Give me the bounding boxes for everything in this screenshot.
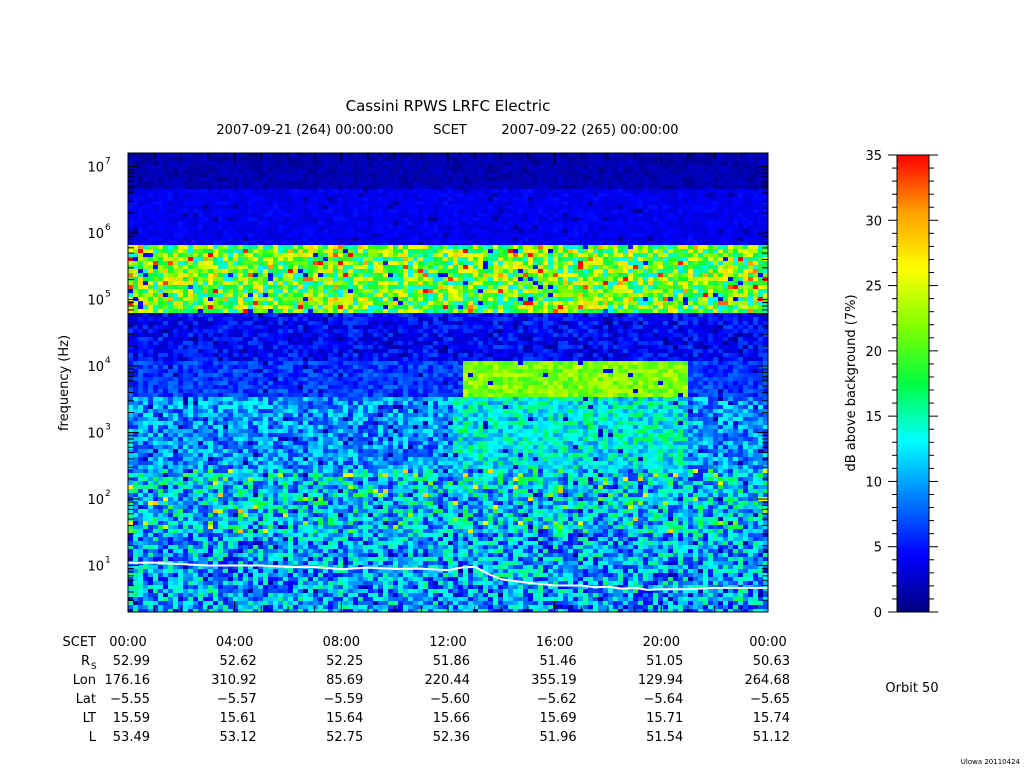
ephemeris-cell: −5.62	[537, 692, 577, 707]
ephemeris-cell: 08:00	[323, 635, 360, 650]
ephemeris-cell: 129.94	[638, 673, 684, 688]
colorbar-tick-label: 10	[865, 475, 882, 490]
ephemeris-cell: 15.71	[646, 711, 683, 726]
spectrogram-plot	[128, 153, 768, 612]
y-tick-label: 10	[87, 227, 104, 242]
colorbar-tick-label: 35	[865, 149, 882, 164]
ephemeris-cell: 53.12	[219, 730, 256, 745]
ephemeris-cell: 220.44	[425, 673, 471, 688]
ephemeris-cell: 00:00	[749, 635, 786, 650]
ephemeris-cell: 12:00	[429, 635, 466, 650]
orbit-label: Orbit 50	[885, 681, 938, 696]
y-tick-label: 10	[87, 161, 104, 176]
ephemeris-cell: 51.05	[646, 654, 683, 669]
spectrogram-figure: Cassini RPWS LRFC Electric 2007-09-21 (2…	[57, 97, 1021, 766]
chart-title: Cassini RPWS LRFC Electric	[346, 97, 551, 115]
colorbar-tick-label: 30	[865, 214, 882, 229]
ephemeris-cell: −5.64	[643, 692, 683, 707]
ephemeris-cell: 20:00	[643, 635, 680, 650]
ephemeris-cell: 16:00	[536, 635, 573, 650]
colorbar-tick-label: 0	[874, 606, 882, 621]
ephemeris-cell: 15.59	[113, 711, 150, 726]
ephemeris-cell: 52.75	[326, 730, 363, 745]
ephemeris-row-label: SCET	[63, 635, 97, 650]
ephemeris-cell: 355.19	[531, 673, 577, 688]
ephemeris-cell: −5.55	[110, 692, 150, 707]
start-time-label: 2007-09-21 (264) 00:00:00	[216, 123, 393, 138]
ephemeris-cell: 52.36	[433, 730, 470, 745]
ephemeris-cell: 176.16	[105, 673, 151, 688]
y-tick-label: 10	[87, 560, 104, 575]
y-axis-label: frequency (Hz)	[57, 335, 72, 431]
ephemeris-cell: 50.63	[753, 654, 790, 669]
y-tick-exponent: 7	[105, 157, 111, 167]
ephemeris-cell: 52.99	[113, 654, 150, 669]
ephemeris-row-label: LT	[83, 711, 96, 726]
scet-label: SCET	[433, 123, 467, 138]
ephemeris-row-label: L	[89, 730, 97, 745]
y-tick-exponent: 4	[105, 356, 111, 366]
y-tick-label: 10	[87, 294, 104, 309]
ephemeris-cell: 15.64	[326, 711, 363, 726]
ephemeris-table: SCET 00:00 04:00 08:00 12:00 16:00 20:00 00:00 R…	[63, 635, 790, 745]
ephemeris-row-label: R	[81, 654, 90, 669]
ephemeris-row-label: Lat	[76, 692, 96, 707]
end-time-label: 2007-09-22 (265) 00:00:00	[501, 123, 678, 138]
colorbar-tick-label: 20	[865, 345, 882, 360]
ephemeris-cell: 15.69	[539, 711, 576, 726]
colorbar-tick-label: 25	[865, 280, 882, 295]
y-tick-exponent: 5	[105, 290, 111, 300]
ephemeris-cell: 51.86	[433, 654, 470, 669]
ephemeris-cell: −5.65	[750, 692, 790, 707]
ephemeris-cell: 51.12	[753, 730, 790, 745]
ephemeris-cell: 00:00	[109, 635, 146, 650]
ephemeris-cell: 52.62	[219, 654, 256, 669]
colorbar-label: dB above background (7%)	[844, 294, 859, 471]
y-tick-exponent: 6	[105, 223, 111, 233]
colorbar-tick-label: 5	[874, 541, 882, 556]
ephemeris-cell: 51.46	[539, 654, 576, 669]
ephemeris-cell: 52.25	[326, 654, 363, 669]
colorbar-gradient	[896, 154, 930, 613]
ephemeris-cell: 04:00	[216, 635, 253, 650]
ephemeris-cell: 15.74	[753, 711, 790, 726]
ephemeris-cell: 15.61	[219, 711, 256, 726]
footer-stamp: Ulowa 20110424	[961, 758, 1021, 766]
ephemeris-cell: 15.66	[433, 711, 470, 726]
y-tick-label: 10	[87, 493, 104, 508]
y-tick-exponent: 3	[105, 423, 111, 433]
ephemeris-cell: 264.68	[745, 673, 791, 688]
y-tick-label: 10	[87, 427, 104, 442]
y-tick-label: 10	[87, 360, 104, 375]
ephemeris-row-label-subscript: S	[91, 662, 97, 672]
ephemeris-cell: −5.60	[430, 692, 470, 707]
spectrogram-cells	[128, 153, 768, 612]
y-tick-exponent: 2	[105, 489, 111, 499]
ephemeris-cell: 310.92	[211, 673, 257, 688]
y-tick-exponent: 1	[105, 556, 111, 566]
ephemeris-cell: −5.59	[323, 692, 363, 707]
ephemeris-cell: 53.49	[113, 730, 150, 745]
ephemeris-row-label: Lon	[73, 673, 96, 688]
ephemeris-cell: 51.54	[646, 730, 683, 745]
colorbar: 0 5 10 15 20 25 30 35 dB above background (7%)	[844, 149, 938, 621]
colorbar-tick-label: 15	[865, 410, 882, 425]
ephemeris-cell: −5.57	[217, 692, 257, 707]
ephemeris-cell: 51.96	[539, 730, 576, 745]
ephemeris-cell: 85.69	[326, 673, 363, 688]
